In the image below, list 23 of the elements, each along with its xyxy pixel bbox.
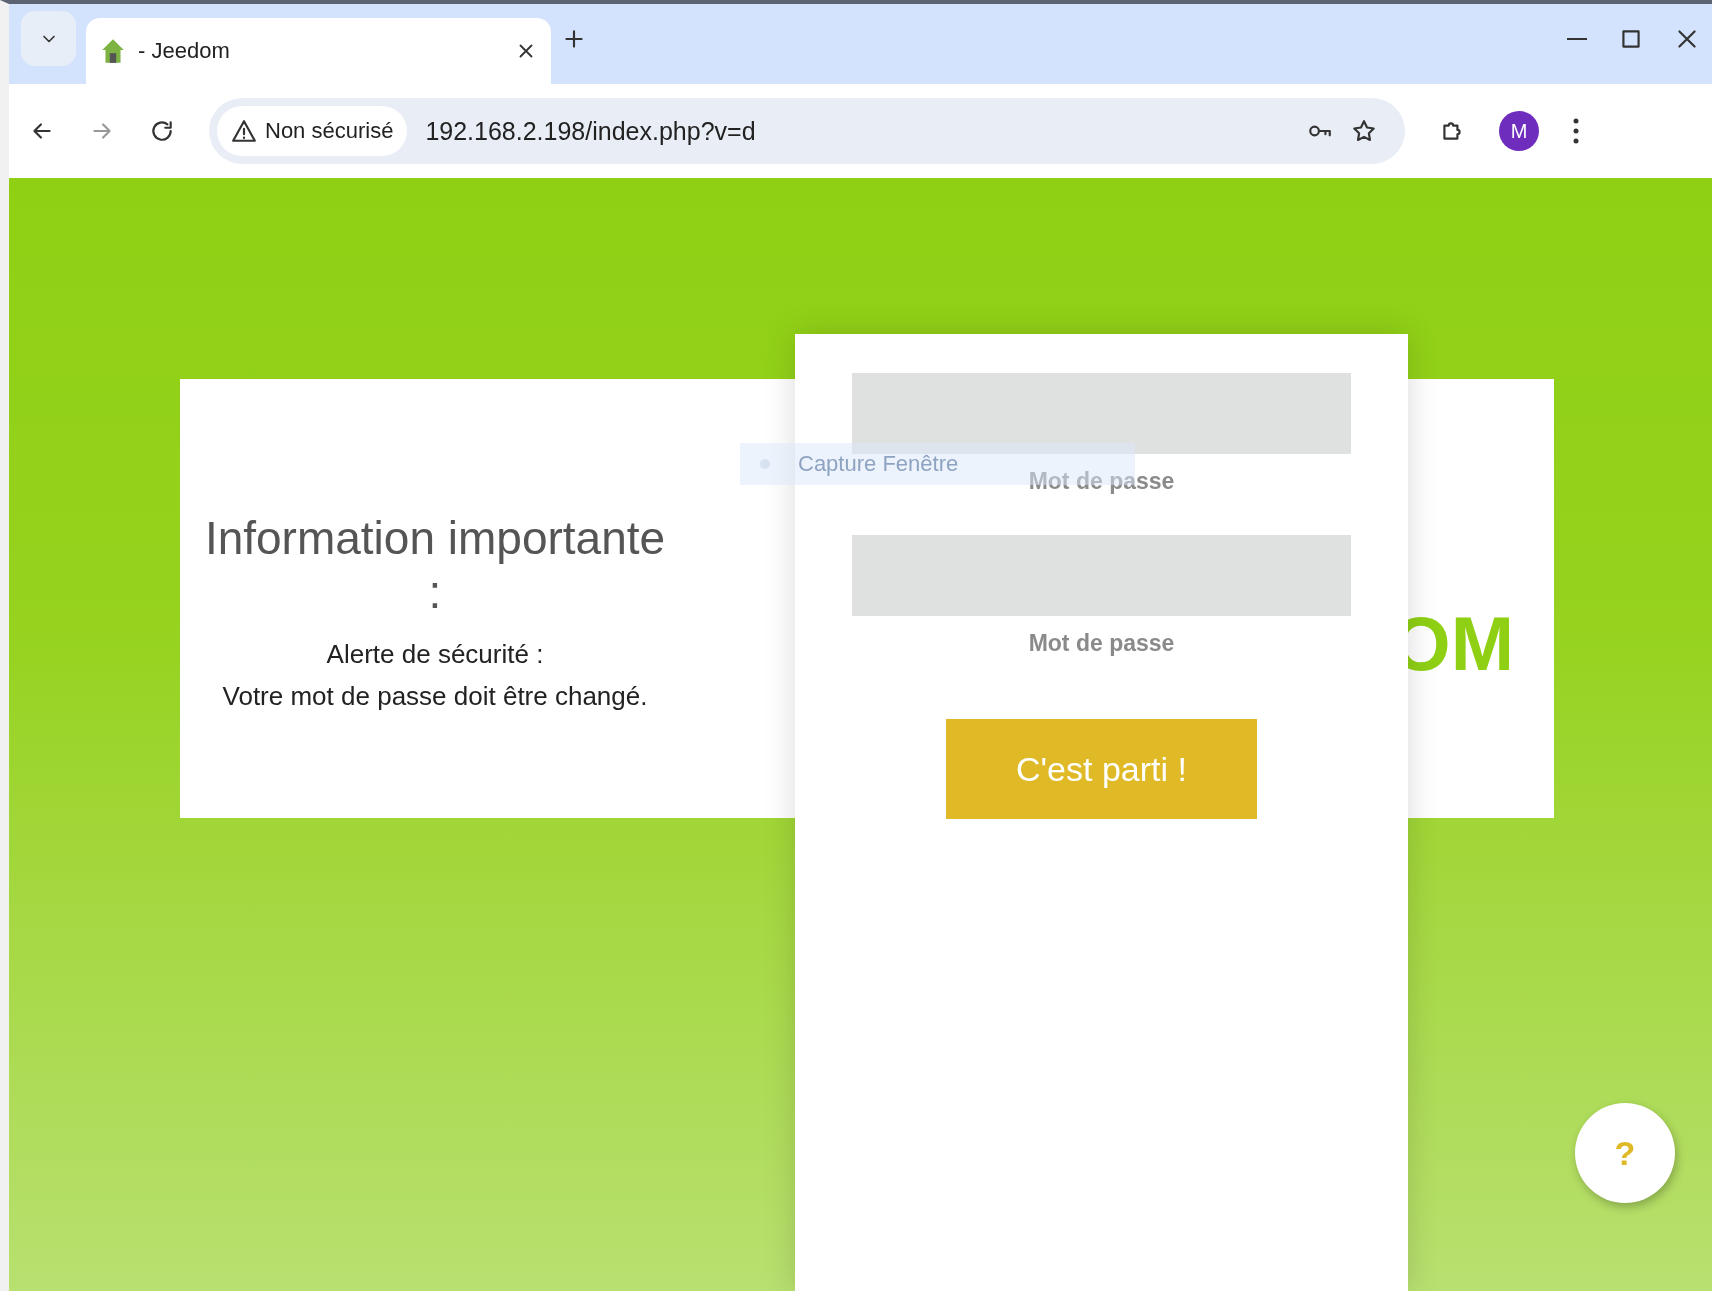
security-chip[interactable]: Non sécurisé [217,106,408,156]
warning-icon [231,118,257,144]
field-label: Mot de passe [1028,468,1175,495]
tab-title: - Jeedom [138,38,231,64]
tooltip-text: Capture Fenêtre [798,451,959,477]
password-field[interactable] [852,535,1351,616]
menu-button[interactable] [1573,118,1579,144]
reload-icon [149,118,175,144]
house-icon [100,37,126,65]
security-message: Votre mot de passe doit être changé. [222,679,648,713]
info-title: : [428,564,442,619]
profile-avatar[interactable]: M [1499,111,1539,151]
more-vertical-icon [1573,118,1579,144]
browser-tab[interactable]: - Jeedom [86,18,551,84]
bookmark-button[interactable] [1351,118,1377,144]
field-label: Mot de passe [1028,630,1175,657]
password-field[interactable] [852,373,1351,454]
security-message: Alerte de sécurité : [326,637,544,671]
address-field[interactable]: 192.168.2.198/index.php?v=d [425,116,1289,146]
reload-button[interactable] [149,118,175,144]
minimize-icon [1566,37,1588,41]
star-icon [1351,118,1377,144]
info-title: Information importante [204,510,666,565]
